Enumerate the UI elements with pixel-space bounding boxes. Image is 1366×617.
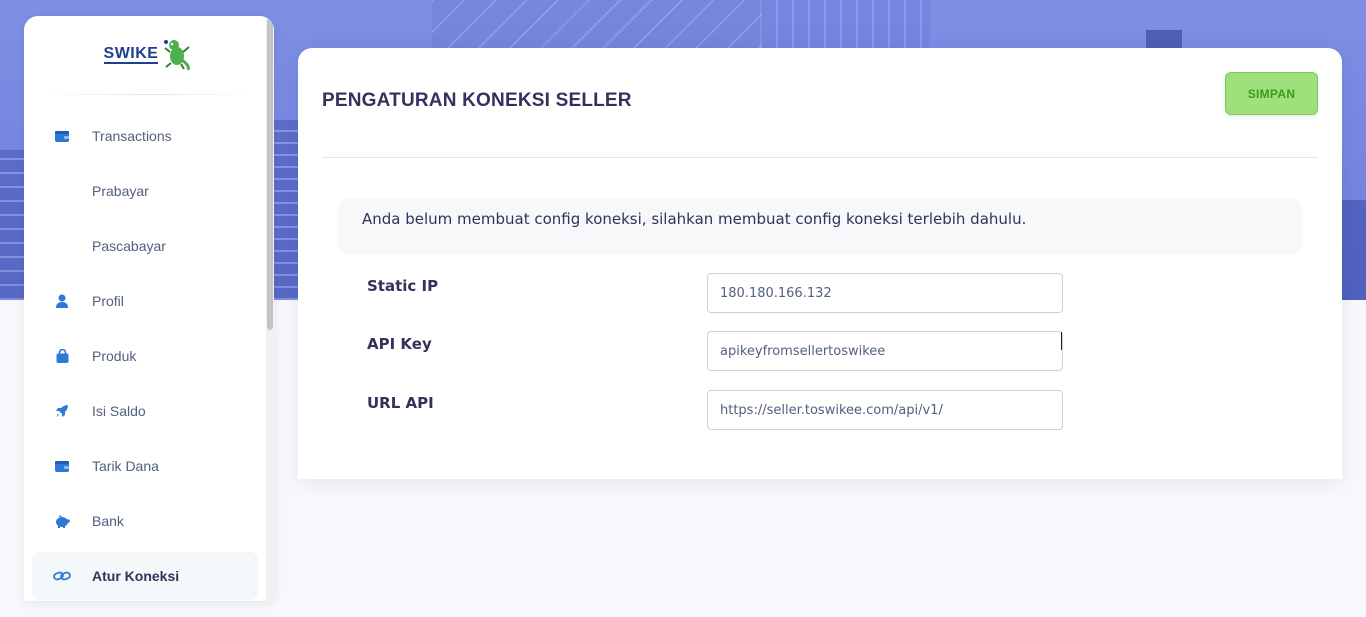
- sidebar-item-label: Bank: [92, 513, 124, 529]
- config-notice-text: Anda belum membuat config koneksi, silah…: [362, 210, 1027, 228]
- card-divider: [322, 157, 1318, 158]
- sidebar-nav: Transactions Prabayar Pascabayar Profil …: [24, 95, 274, 600]
- sidebar-item-profil[interactable]: Profil: [32, 277, 258, 325]
- static-ip-input[interactable]: [707, 273, 1063, 313]
- sidebar-item-prabayar[interactable]: Prabayar: [32, 167, 258, 215]
- static-ip-row: Static IP: [367, 273, 1067, 313]
- sidebar-scrollbar[interactable]: [266, 16, 274, 601]
- sidebar-scrollbar-thumb[interactable]: [267, 18, 273, 330]
- rocket-icon: [32, 404, 92, 418]
- wallet-icon: [32, 460, 92, 472]
- page-title: PENGATURAN KONEKSI SELLER: [322, 90, 632, 111]
- shopping-bag-icon: [32, 349, 92, 363]
- config-notice: Anda belum membuat config koneksi, silah…: [338, 198, 1302, 255]
- building-decoration: [1342, 200, 1366, 300]
- url-api-label: URL API: [367, 394, 434, 412]
- sidebar-item-label: Pascabayar: [92, 238, 166, 254]
- sidebar-item-label: Atur Koneksi: [92, 568, 180, 584]
- text-cursor: [1061, 332, 1062, 350]
- sidebar: SWIKE Transactions Prabayar Pascabayar P…: [24, 16, 274, 601]
- api-key-label: API Key: [367, 335, 432, 353]
- sidebar-item-tarik-dana[interactable]: Tarik Dana: [32, 442, 258, 490]
- sidebar-item-atur-koneksi[interactable]: Atur Koneksi: [32, 552, 258, 600]
- url-api-input[interactable]: [707, 390, 1063, 430]
- piggy-bank-icon: [32, 514, 92, 528]
- link-icon: [32, 570, 92, 582]
- sidebar-item-produk[interactable]: Produk: [32, 332, 258, 380]
- static-ip-label: Static IP: [367, 277, 439, 295]
- url-api-row: URL API: [367, 390, 1067, 430]
- brand-name: SWIKE: [103, 45, 159, 64]
- sidebar-item-pascabayar[interactable]: Pascabayar: [32, 222, 258, 270]
- sidebar-item-label: Tarik Dana: [92, 458, 159, 474]
- sidebar-item-transactions[interactable]: Transactions: [32, 112, 258, 160]
- sidebar-item-label: Prabayar: [92, 183, 149, 199]
- building-decoration: [270, 120, 300, 300]
- sidebar-item-isi-saldo[interactable]: Isi Saldo: [32, 387, 258, 435]
- connection-settings-card: PENGATURAN KONEKSI SELLER SIMPAN Anda be…: [298, 48, 1342, 479]
- sidebar-item-bank[interactable]: Bank: [32, 497, 258, 545]
- sidebar-item-label: Transactions: [92, 128, 172, 144]
- sidebar-item-label: Isi Saldo: [92, 403, 146, 419]
- save-button[interactable]: SIMPAN: [1225, 72, 1318, 115]
- sidebar-item-label: Profil: [92, 293, 124, 309]
- api-key-row: API Key: [367, 331, 1067, 371]
- sidebar-item-label: Produk: [92, 348, 137, 364]
- user-icon: [32, 294, 92, 308]
- gecko-mascot-icon: [162, 36, 194, 75]
- brand-logo[interactable]: SWIKE: [24, 16, 274, 94]
- api-key-input[interactable]: [707, 331, 1063, 371]
- wallet-icon: [32, 130, 92, 142]
